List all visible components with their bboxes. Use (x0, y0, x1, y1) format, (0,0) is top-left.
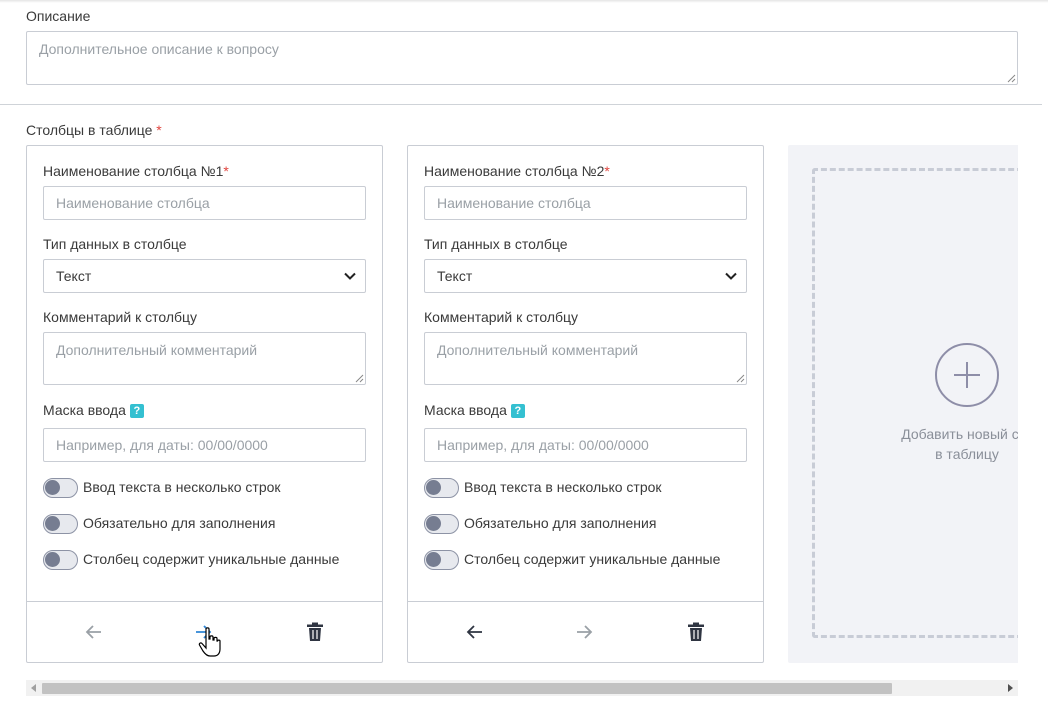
comment-placeholder: Дополнительный комментарий (437, 342, 639, 358)
move-right-button[interactable] (570, 618, 598, 646)
hand-cursor-icon (198, 627, 221, 657)
toggle-switch[interactable] (43, 514, 78, 534)
toggle-knob (45, 480, 60, 495)
move-left-button[interactable] (461, 618, 489, 646)
column-card-1: Наименование столбца №1* Наименование ст… (26, 145, 383, 663)
column-name-input[interactable]: Наименование столбца (424, 186, 747, 220)
column-name-placeholder: Наименование столбца (437, 195, 591, 211)
comment-label: Комментарий к столбцу (424, 309, 579, 325)
input-mask-placeholder: Например, для даты: 00/00/0000 (437, 437, 649, 453)
trash-icon (307, 622, 323, 641)
toggle-label: Ввод текста в несколько строк (83, 479, 281, 495)
description-placeholder: Дополнительное описание к вопросу (39, 41, 279, 57)
add-column-label: Добавить новый сто в таблицу (901, 426, 1018, 462)
toggle-switch[interactable] (424, 478, 459, 498)
required-mark: * (604, 163, 610, 179)
toggle-knob (45, 516, 60, 531)
comment-placeholder: Дополнительный комментарий (56, 342, 258, 358)
add-column-button[interactable] (935, 343, 999, 407)
delete-column-button[interactable] (682, 618, 710, 646)
chevron-down-icon (725, 272, 737, 280)
toggle-switch[interactable] (424, 514, 459, 534)
toggle-label: Столбец содержит уникальные данные (83, 551, 340, 567)
columns-viewport: Наименование столбца №1* Наименование ст… (26, 145, 1018, 664)
help-icon[interactable]: ? (510, 404, 525, 418)
scroll-thumb[interactable] (42, 683, 892, 694)
toggle-switch[interactable] (424, 550, 459, 570)
column-name-label: Наименование столбца №2* (424, 163, 610, 179)
comment-textarea[interactable]: Дополнительный комментарий (43, 332, 366, 385)
arrow-left-icon (466, 625, 482, 639)
data-type-label: Тип данных в столбце (43, 236, 187, 252)
data-type-select[interactable]: Текст (43, 259, 366, 293)
top-shadow (0, 0, 1048, 3)
delete-column-button[interactable] (301, 618, 329, 646)
column-card-2: Наименование столбца №2* Наименование ст… (407, 145, 764, 663)
card-footer-divider (408, 601, 763, 602)
card-footer-divider (27, 601, 382, 602)
column-name-placeholder: Наименование столбца (56, 195, 210, 211)
comment-label: Комментарий к столбцу (43, 309, 198, 325)
column-name-input[interactable]: Наименование столбца (43, 186, 366, 220)
toggle-knob (426, 516, 441, 531)
required-mark: * (156, 122, 162, 138)
data-type-value: Текст (437, 268, 473, 284)
arrow-left-icon (85, 625, 101, 639)
columns-section-label: Столбцы в таблице * (26, 122, 162, 138)
toggle-knob (426, 480, 441, 495)
data-type-value: Текст (56, 268, 92, 284)
toggle-switch[interactable] (43, 478, 78, 498)
scroll-left-arrow-icon[interactable] (30, 684, 38, 692)
input-mask-placeholder: Например, для даты: 00/00/0000 (56, 437, 268, 453)
input-mask-label: Маска ввода? (424, 402, 525, 418)
resize-grip-icon[interactable] (1007, 74, 1016, 83)
toggle-label: Обязательно для заполнения (83, 515, 276, 531)
toggle-knob (426, 552, 441, 567)
chevron-down-icon (344, 272, 356, 280)
plus-icon (954, 362, 980, 388)
horizontal-scrollbar[interactable] (26, 680, 1018, 696)
section-divider (0, 104, 1042, 105)
data-type-label: Тип данных в столбце (424, 236, 568, 252)
data-type-select[interactable]: Текст (424, 259, 747, 293)
resize-grip-icon[interactable] (355, 374, 364, 383)
toggle-label: Обязательно для заполнения (464, 515, 657, 531)
required-mark: * (223, 163, 229, 179)
input-mask-label: Маска ввода? (43, 402, 144, 418)
toggle-label: Ввод текста в несколько строк (464, 479, 662, 495)
toggle-knob (45, 552, 60, 567)
add-column-card[interactable]: Добавить новый сто в таблицу (788, 145, 1018, 663)
input-mask-input[interactable]: Например, для даты: 00/00/0000 (43, 428, 366, 462)
trash-icon (688, 622, 704, 641)
resize-grip-icon[interactable] (736, 374, 745, 383)
help-icon[interactable]: ? (129, 404, 144, 418)
toggle-label: Столбец содержит уникальные данные (464, 551, 721, 567)
move-left-button[interactable] (80, 618, 108, 646)
column-name-label: Наименование столбца №1* (43, 163, 229, 179)
arrow-right-icon (577, 625, 593, 639)
toggle-switch[interactable] (43, 550, 78, 570)
input-mask-input[interactable]: Например, для даты: 00/00/0000 (424, 428, 747, 462)
scroll-right-arrow-icon[interactable] (1006, 684, 1014, 692)
comment-textarea[interactable]: Дополнительный комментарий (424, 332, 747, 385)
description-label: Описание (26, 8, 91, 24)
description-textarea[interactable]: Дополнительное описание к вопросу (26, 31, 1018, 85)
